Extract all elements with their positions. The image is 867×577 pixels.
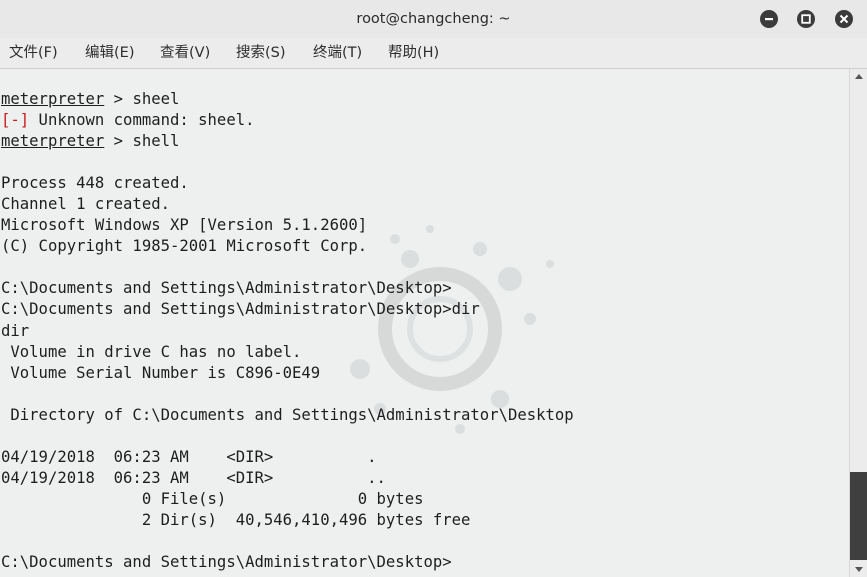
maximize-icon: [801, 14, 811, 24]
minimize-button[interactable]: [760, 10, 778, 28]
menu-help[interactable]: 帮助(H): [388, 38, 439, 68]
menu-file[interactable]: 文件(F): [9, 38, 58, 68]
terminal-line: [-] Unknown command: sheel.: [1, 111, 255, 130]
menu-bar: 文件(F) 编辑(E) 查看(V) 搜索(S) 终端(T) 帮助(H): [0, 38, 867, 69]
terminal-output: meterpreter > sheel [-] Unknown command: …: [1, 89, 574, 573]
close-icon: [839, 14, 849, 24]
terminal-line: 04/19/2018 06:23 AM <DIR> ..: [1, 468, 386, 487]
terminal-line: 04/19/2018 06:23 AM <DIR> .: [1, 447, 377, 466]
terminal-line: Volume in drive C has no label.: [1, 342, 302, 361]
terminal-line: dir: [1, 321, 30, 340]
terminal-line: Volume Serial Number is C896-0E49: [1, 363, 321, 382]
window-title: root@changcheng: ~: [356, 11, 511, 27]
minimize-icon: [765, 18, 773, 21]
menu-view[interactable]: 查看(V): [160, 38, 210, 68]
terminal-line: Process 448 created.: [1, 174, 189, 193]
scrollbar-thumb[interactable]: [850, 472, 867, 560]
menu-edit[interactable]: 编辑(E): [85, 38, 134, 68]
terminal-line: Channel 1 created.: [1, 195, 170, 214]
terminal-line: 0 File(s) 0 bytes: [1, 489, 424, 508]
meterpreter-prompt: meterpreter: [1, 90, 105, 108]
terminal-line: 2 Dir(s) 40,546,410,496 bytes free: [1, 510, 471, 529]
terminal-line: Microsoft Windows XP [Version 5.1.2600]: [1, 216, 368, 235]
vertical-scrollbar[interactable]: [849, 69, 867, 577]
error-marker: [-]: [1, 111, 30, 130]
terminal-line: meterpreter > shell: [1, 132, 180, 151]
terminal-line: (C) Copyright 1985-2001 Microsoft Corp.: [1, 237, 368, 256]
terminal-line: C:\Documents and Settings\Administrator\…: [1, 279, 452, 298]
menu-search[interactable]: 搜索(S): [236, 38, 286, 68]
scroll-up-arrow-icon[interactable]: [850, 69, 867, 83]
close-button[interactable]: [835, 10, 853, 28]
terminal-line: meterpreter > sheel: [1, 90, 180, 108]
terminal-line: Directory of C:\Documents and Settings\A…: [1, 405, 574, 424]
terminal-area[interactable]: meterpreter > sheel [-] Unknown command: …: [0, 69, 849, 577]
terminal-line: C:\Documents and Settings\Administrator\…: [1, 553, 452, 572]
scroll-down-arrow-icon[interactable]: [850, 563, 867, 577]
menu-terminal[interactable]: 终端(T): [313, 38, 362, 68]
meterpreter-prompt: meterpreter: [1, 132, 105, 151]
terminal-line: C:\Documents and Settings\Administrator\…: [1, 300, 480, 319]
maximize-button[interactable]: [797, 10, 815, 28]
window-titlebar[interactable]: root@changcheng: ~: [0, 0, 867, 39]
